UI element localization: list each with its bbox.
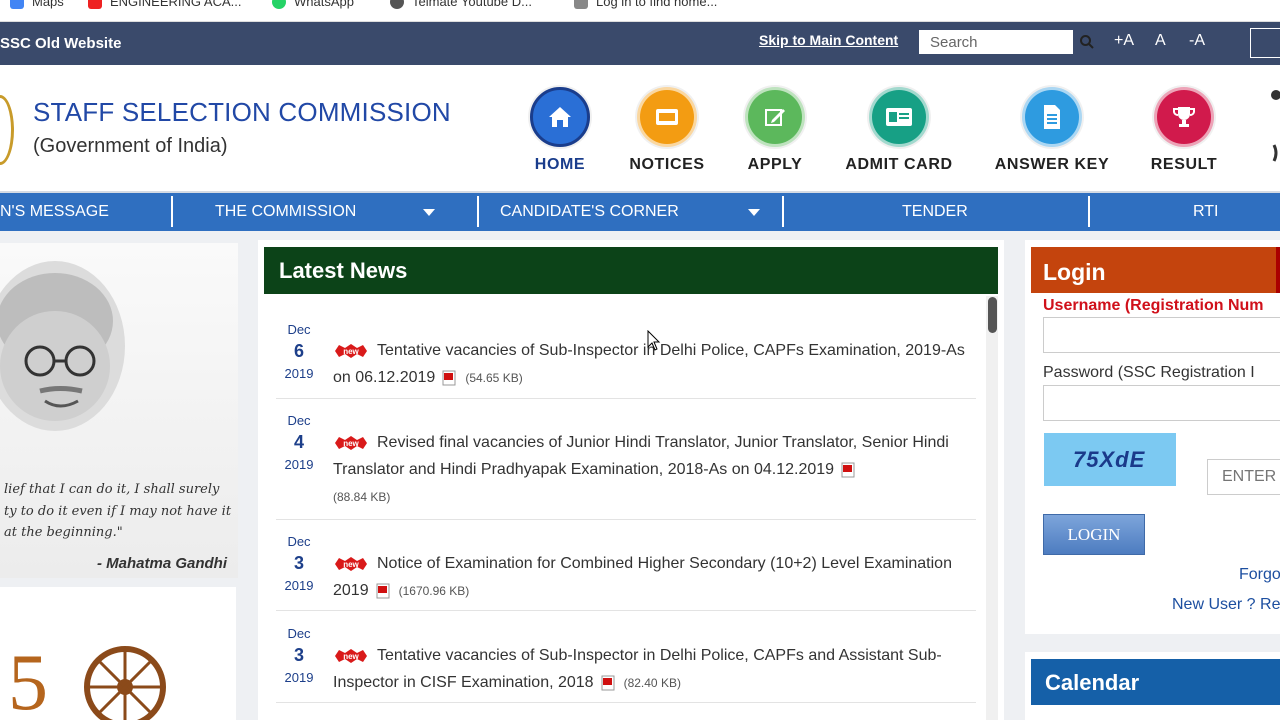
id-card-icon bbox=[869, 87, 929, 147]
main-navigation: N'S MESSAGE THE COMMISSION CANDIDATE'S C… bbox=[0, 193, 1280, 231]
news-item[interactable]: Dec 3 2019 new Tentative vacancies of Sub-I… bbox=[276, 622, 976, 703]
whatsapp-icon bbox=[272, 0, 286, 9]
bookmarks-bar: Maps ENGINEERING ACA... WhatsApp Telmate… bbox=[0, 0, 1280, 22]
pdf-icon[interactable] bbox=[600, 675, 616, 691]
home-icon bbox=[530, 87, 590, 147]
svg-text:new: new bbox=[343, 439, 359, 448]
news-text[interactable]: new Tentative vacancies of Sub-Inspector … bbox=[333, 642, 973, 697]
search-input[interactable] bbox=[919, 30, 1073, 54]
news-header: Latest News bbox=[264, 247, 998, 294]
nav-tender[interactable]: TENDER bbox=[902, 193, 968, 231]
new-badge-icon: new bbox=[335, 556, 367, 571]
font-increase-button[interactable]: +A bbox=[1114, 32, 1134, 50]
new-badge-icon: new bbox=[335, 648, 367, 663]
nav-home[interactable]: HOME bbox=[528, 87, 592, 174]
skip-to-content-link[interactable]: Skip to Main Content bbox=[759, 32, 898, 48]
emblem-partial-icon bbox=[1271, 90, 1280, 162]
nav-divider bbox=[171, 196, 173, 227]
quote-text: lief that I can do it, I shall surely ty… bbox=[4, 482, 232, 540]
calendar-title: Calendar bbox=[1045, 670, 1140, 695]
gandhi-portrait bbox=[0, 261, 125, 431]
org-name: STAFF SELECTION COMMISSION bbox=[33, 97, 451, 127]
svg-text:new: new bbox=[343, 560, 359, 569]
nav-divider bbox=[1088, 196, 1090, 227]
bookmark-whatsapp[interactable]: WhatsApp bbox=[272, 0, 354, 9]
youtube-icon bbox=[88, 0, 102, 9]
org-subtitle: (Government of India) bbox=[33, 135, 228, 157]
captcha-input[interactable] bbox=[1207, 459, 1280, 495]
news-date: Dec 3 2019 bbox=[284, 534, 314, 593]
news-title: Latest News bbox=[279, 258, 408, 283]
news-scrollbar[interactable] bbox=[986, 296, 998, 720]
forgot-password-link[interactable]: Forgo bbox=[1239, 566, 1280, 584]
top-utility-bar: SSC Old Website Skip to Main Content +A … bbox=[0, 22, 1280, 65]
login-header-edge bbox=[1276, 247, 1280, 293]
ashoka-chakra-icon: 5 bbox=[8, 639, 166, 720]
news-text[interactable]: new Notice of Examination for Combined Hi… bbox=[333, 550, 973, 605]
pdf-icon[interactable] bbox=[375, 583, 391, 599]
telmate-icon bbox=[390, 0, 404, 9]
old-website-link[interactable]: SSC Old Website bbox=[0, 35, 121, 52]
quote-author: - Mahatma Gandhi bbox=[97, 555, 228, 572]
login-title: Login bbox=[1043, 259, 1106, 285]
chevron-down-icon[interactable] bbox=[423, 209, 435, 216]
password-label: Password (SSC Registration I bbox=[1043, 364, 1255, 381]
chevron-down-icon[interactable] bbox=[748, 209, 760, 216]
news-item[interactable]: Dec 3 2019 new Notice of Examination for Co… bbox=[276, 530, 976, 611]
bookmark-telmate[interactable]: Telmate Youtube D... bbox=[390, 0, 532, 9]
bookmark-engineering[interactable]: ENGINEERING ACA... bbox=[88, 0, 241, 9]
username-input[interactable] bbox=[1043, 317, 1280, 353]
bookmark-maps[interactable]: Maps bbox=[10, 0, 64, 9]
nav-result[interactable]: RESULT bbox=[1148, 87, 1220, 174]
svg-text:5: 5 bbox=[8, 639, 48, 720]
svg-text:new: new bbox=[343, 347, 359, 356]
contrast-toggle[interactable] bbox=[1250, 28, 1280, 58]
maps-icon bbox=[10, 0, 24, 9]
fifty-years-logo: 5 bbox=[0, 587, 236, 720]
captcha-image: 75XdE bbox=[1044, 433, 1176, 486]
new-badge-icon: new bbox=[335, 435, 367, 450]
notice-icon bbox=[637, 87, 697, 147]
nav-the-commission[interactable]: THE COMMISSION bbox=[215, 193, 356, 231]
calendar-header: Calendar bbox=[1031, 659, 1280, 705]
news-item[interactable]: Dec 4 2019 new Revised final vacancies of J… bbox=[276, 409, 976, 520]
news-date: Dec 4 2019 bbox=[284, 413, 314, 472]
password-input[interactable] bbox=[1043, 385, 1280, 421]
news-date: Dec 6 2019 bbox=[284, 322, 314, 381]
mouse-cursor-icon bbox=[647, 330, 661, 351]
new-badge-icon: new bbox=[335, 343, 367, 358]
username-label: Username (Registration Num bbox=[1043, 297, 1264, 314]
svg-text:new: new bbox=[343, 652, 359, 661]
nav-chairman-message[interactable]: N'S MESSAGE bbox=[0, 193, 109, 231]
nav-admit-card[interactable]: ADMIT CARD bbox=[842, 87, 956, 174]
pencil-icon bbox=[745, 87, 805, 147]
emblem-logo bbox=[0, 95, 14, 165]
news-date: Dec 3 2019 bbox=[284, 626, 314, 685]
nav-notices[interactable]: NOTICES bbox=[625, 87, 709, 174]
document-icon bbox=[1022, 87, 1082, 147]
nav-candidates-corner[interactable]: CANDIDATE'S CORNER bbox=[500, 193, 679, 231]
new-user-register-link[interactable]: New User ? Re bbox=[1172, 596, 1280, 614]
nav-answer-key[interactable]: ANSWER KEY bbox=[991, 87, 1113, 174]
search-icon[interactable] bbox=[1079, 34, 1095, 50]
bookmark-login[interactable]: Log in to find home... bbox=[574, 0, 717, 9]
trophy-icon bbox=[1154, 87, 1214, 147]
login-header: Login bbox=[1031, 247, 1280, 293]
pdf-icon[interactable] bbox=[441, 370, 457, 386]
login-button[interactable]: LOGIN bbox=[1043, 514, 1145, 555]
pdf-icon[interactable] bbox=[840, 462, 856, 478]
nav-rti[interactable]: RTI bbox=[1193, 193, 1218, 231]
font-normal-button[interactable]: A bbox=[1155, 32, 1166, 50]
nav-apply[interactable]: APPLY bbox=[744, 87, 806, 174]
quote-panel: lief that I can do it, I shall surely ty… bbox=[0, 243, 238, 578]
site-header: STAFF SELECTION COMMISSION (Government o… bbox=[0, 65, 1280, 193]
font-decrease-button[interactable]: -A bbox=[1189, 32, 1205, 50]
nav-divider bbox=[782, 196, 784, 227]
house-icon bbox=[574, 0, 588, 9]
news-item[interactable]: Dec 6 2019 new Tentative vacancies of Sub-I… bbox=[276, 318, 976, 399]
nav-divider bbox=[477, 196, 479, 227]
news-text[interactable]: new Revised final vacancies of Junior Hin… bbox=[333, 429, 973, 511]
news-scrollbar-thumb[interactable] bbox=[988, 297, 997, 333]
